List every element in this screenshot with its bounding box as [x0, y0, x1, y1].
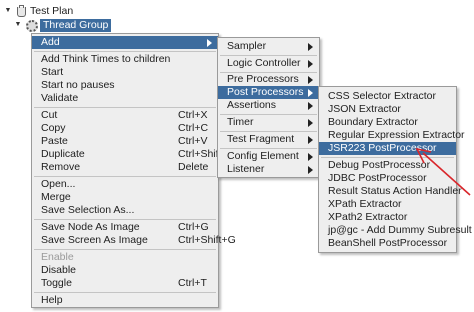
- annotation-arrow-icon: [415, 147, 471, 196]
